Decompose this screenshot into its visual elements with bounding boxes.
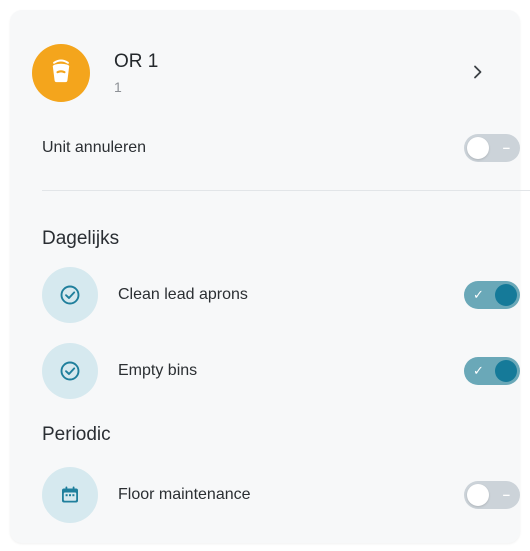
cancel-unit-toggle[interactable]: – (464, 134, 520, 162)
task-label: Empty bins (118, 362, 198, 379)
unit-header[interactable]: OR 1 1 (32, 38, 518, 108)
task-toggle-floor-maintenance[interactable]: – (464, 481, 520, 509)
divider (42, 190, 530, 191)
task-row-empty-bins: Empty bins ✓ (42, 342, 520, 400)
chevron-right-icon[interactable] (464, 58, 492, 86)
task-row-clean-lead-aprons: Clean lead aprons ✓ (42, 266, 520, 324)
unit-card: OR 1 1 Unit annuleren – Dagelijks Clean … (10, 10, 530, 543)
toggle-knob (495, 284, 517, 306)
check-circle-icon (42, 267, 98, 323)
toggle-knob (467, 484, 489, 506)
unit-title: OR 1 (114, 51, 159, 72)
cancel-unit-label: Unit annuleren (42, 139, 147, 156)
task-label: Clean lead aprons (118, 286, 248, 303)
toggle-check-icon: ✓ (473, 287, 484, 302)
unit-header-text: OR 1 1 (114, 44, 158, 102)
unit-subtitle: 1 (114, 79, 122, 95)
task-label: Floor maintenance (118, 486, 251, 503)
task-row-floor-maintenance: Floor maintenance – (42, 466, 520, 524)
cancel-unit-row: Unit annuleren – (42, 130, 520, 166)
check-circle-icon (42, 343, 98, 399)
toggle-check-icon: ✓ (473, 363, 484, 378)
task-toggle-clean-lead-aprons[interactable]: ✓ (464, 281, 520, 309)
calendar-icon (42, 467, 98, 523)
section-title-daily: Dagelijks (42, 228, 120, 249)
toggle-knob (495, 360, 517, 382)
section-title-periodic: Periodic (42, 424, 111, 445)
toggle-knob (467, 137, 489, 159)
task-toggle-empty-bins[interactable]: ✓ (464, 357, 520, 385)
unit-avatar (32, 44, 90, 102)
toggle-off-mark-icon: – (502, 487, 510, 502)
bucket-icon (47, 57, 75, 90)
toggle-off-mark-icon: – (502, 140, 510, 155)
